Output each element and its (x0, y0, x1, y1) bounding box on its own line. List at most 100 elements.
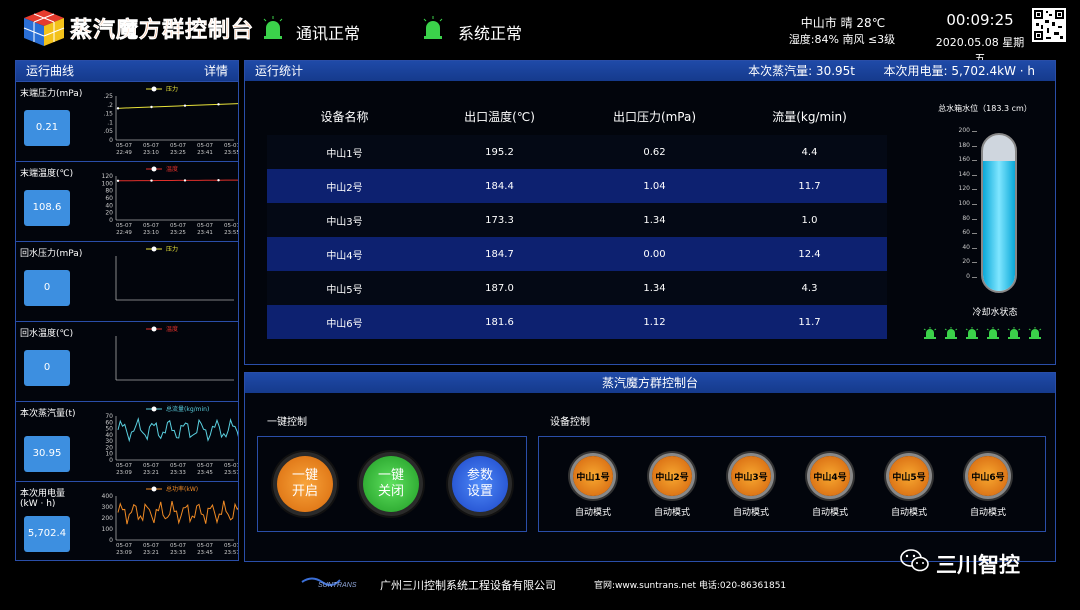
y-tick-label: 0 (109, 457, 113, 464)
x-tick-label: 23:10 (143, 150, 159, 156)
table-row[interactable]: 中山1号 195.2 0.62 4.4 (267, 135, 887, 169)
y-tick-label: 400 (102, 493, 114, 500)
one-key-stop-button[interactable]: 一键 关闭 (363, 456, 419, 512)
curve-series-line (117, 103, 238, 109)
table-row[interactable]: 中山4号 184.7 0.00 12.4 (267, 237, 887, 271)
x-tick-label: 23:21 (143, 550, 159, 556)
legend-marker (151, 486, 157, 492)
y-tick-label: 300 (102, 504, 114, 511)
table-row[interactable]: 中山6号 181.6 1.12 11.7 (267, 305, 887, 339)
legend-label: 压力 (166, 245, 178, 253)
x-tick-label: 23:10 (143, 230, 159, 236)
y-tick-label: .1 (107, 119, 113, 126)
device-name-cell: 中山3号 (326, 216, 363, 228)
y-tick-label: .25 (103, 93, 113, 100)
device-mode-label: 自动模式 (969, 508, 1006, 518)
run-stats-header: 运行统计 本次蒸汽量: 30.95t 本次用电量: 5,702.4kW · h (245, 61, 1055, 81)
tank-tick-label: 80 (962, 214, 970, 222)
one-key-start-button[interactable]: 一键 开启 (277, 456, 333, 512)
water-tank-gauge (981, 133, 1017, 293)
x-tick-label: 23:33 (170, 550, 186, 556)
device-mode-label: 自动模式 (890, 508, 927, 518)
device-4-button[interactable]: 中山4号 (810, 456, 850, 496)
table-row[interactable]: 中山2号 184.4 1.04 11.7 (267, 169, 887, 203)
x-tick-label: 23:21 (143, 470, 159, 476)
control-button-label: 一键 开启 (291, 468, 318, 499)
x-tick-label: 05-07 (197, 463, 213, 469)
x-tick-label: 23:57 (224, 470, 238, 476)
device-3-button[interactable]: 中山3号 (731, 456, 771, 496)
data-point (217, 103, 220, 106)
legend-label: 温度 (166, 165, 178, 173)
flow-cell: 11.7 (798, 180, 821, 192)
control-header: 蒸汽魔方群控制台 (245, 373, 1055, 393)
device-mode-label: 自动模式 (732, 508, 769, 518)
curve-series-line (117, 416, 238, 443)
footer-company: 广州三川控制系统工程设备有限公司 (380, 579, 556, 592)
system-status: 系统正常 (458, 24, 523, 43)
y-tick-label: 60 (105, 195, 113, 202)
app-title: 蒸汽魔方群控制台 (70, 18, 255, 44)
tank-tick-mark (972, 233, 977, 235)
data-point (217, 179, 220, 182)
x-tick-label: 23:33 (170, 470, 186, 476)
device-5-button[interactable]: 中山5号 (889, 456, 929, 496)
curve-block-value: 0 (24, 350, 70, 386)
suntrans-logo-icon: SUNTRANS (301, 577, 357, 589)
curve-block-value: 0 (24, 270, 70, 306)
comm-status: 通讯正常 (296, 24, 361, 43)
weather-city: 中山市 晴 28℃ (800, 16, 886, 30)
device-1-button[interactable]: 中山1号 (573, 456, 613, 496)
curve-chart: 压力.25.2.15.1.05005-0722:4905-0723:1005-0… (103, 85, 238, 156)
y-tick-label: 0 (109, 217, 113, 224)
x-tick-label: 05-07 (116, 143, 132, 149)
tank-tick-mark (972, 218, 977, 220)
curve-block-value: 5,702.4 (24, 516, 70, 552)
curve-block: 末端温度(℃) 108.6 温度 120 100 80 60 40 20 0 05-07 22:49 0… (16, 161, 238, 241)
system-status-light-icon (423, 16, 443, 39)
device-2-button[interactable]: 中山2号 (652, 456, 692, 496)
tank-tick-label: 40 (962, 243, 970, 251)
curve-chart: 温度12010080604020005-0722:4905-0723:1005-… (102, 165, 238, 236)
legend-label: 压力 (166, 85, 178, 93)
y-tick-label: 80 (105, 188, 113, 195)
curve-block-label: 本次蒸汽量(t) (20, 409, 76, 419)
col-outlet-pressure: 出口压力(mPa) (612, 109, 697, 124)
curve-block: 末端压力(mPa) 0.21 压力 .25.2.15.1.05 0 05-07 22:49 0… (16, 81, 238, 161)
table-row[interactable]: 中山5号 187.0 1.34 4.3 (267, 271, 887, 305)
cooling-status-light-icon (944, 327, 958, 339)
col-flow: 流量(kg/min) (772, 109, 847, 124)
device-6-button[interactable]: 中山6号 (968, 456, 1008, 496)
tank-level-title: 总水箱水位（183.3 cm） (938, 104, 1032, 113)
tank-tick-label: 0 (966, 273, 970, 280)
x-tick-label: 22:49 (116, 150, 132, 156)
x-tick-label: 05-07 (224, 223, 238, 229)
tank-tick-label: 60 (962, 229, 970, 237)
x-tick-label: 23:41 (197, 230, 213, 236)
data-point (116, 107, 120, 110)
control-title: 蒸汽魔方群控制台 (601, 376, 698, 390)
x-tick-label: 05-07 (143, 143, 159, 149)
curve-chart: 总功率(kW)400300200100005-0723:0905-0723:21… (102, 485, 238, 556)
param-settings-button[interactable]: 参数 设置 (452, 456, 508, 512)
qr-code-icon[interactable] (1032, 8, 1066, 42)
x-tick-label: 05-07 (197, 223, 213, 229)
x-tick-label: 05-07 (170, 463, 186, 469)
weather-detail: 湿度:84% 南风 ≤3级 (788, 33, 896, 46)
cooling-water-label: 冷却水状态 (972, 308, 1018, 318)
tank-tick-mark (972, 262, 977, 264)
tank-tick-mark (972, 247, 977, 249)
legend-label: 温度 (166, 325, 178, 333)
detail-link[interactable]: 详情 (204, 61, 228, 81)
y-tick-label: 120 (102, 173, 114, 180)
cooling-status-light-icon (965, 327, 979, 339)
x-tick-label: 05-07 (143, 223, 159, 229)
x-tick-label: 23:45 (197, 550, 213, 556)
y-tick-label: 0 (109, 537, 113, 544)
run-curve-title: 运行曲线 (26, 64, 75, 78)
table-row[interactable]: 中山3号 173.3 1.34 1.0 (267, 203, 887, 237)
x-tick-label: 23:09 (116, 550, 132, 556)
y-tick-label: .05 (103, 128, 113, 135)
outlet-temp-cell: 187.0 (485, 282, 514, 294)
tank-tick-mark (972, 145, 977, 147)
